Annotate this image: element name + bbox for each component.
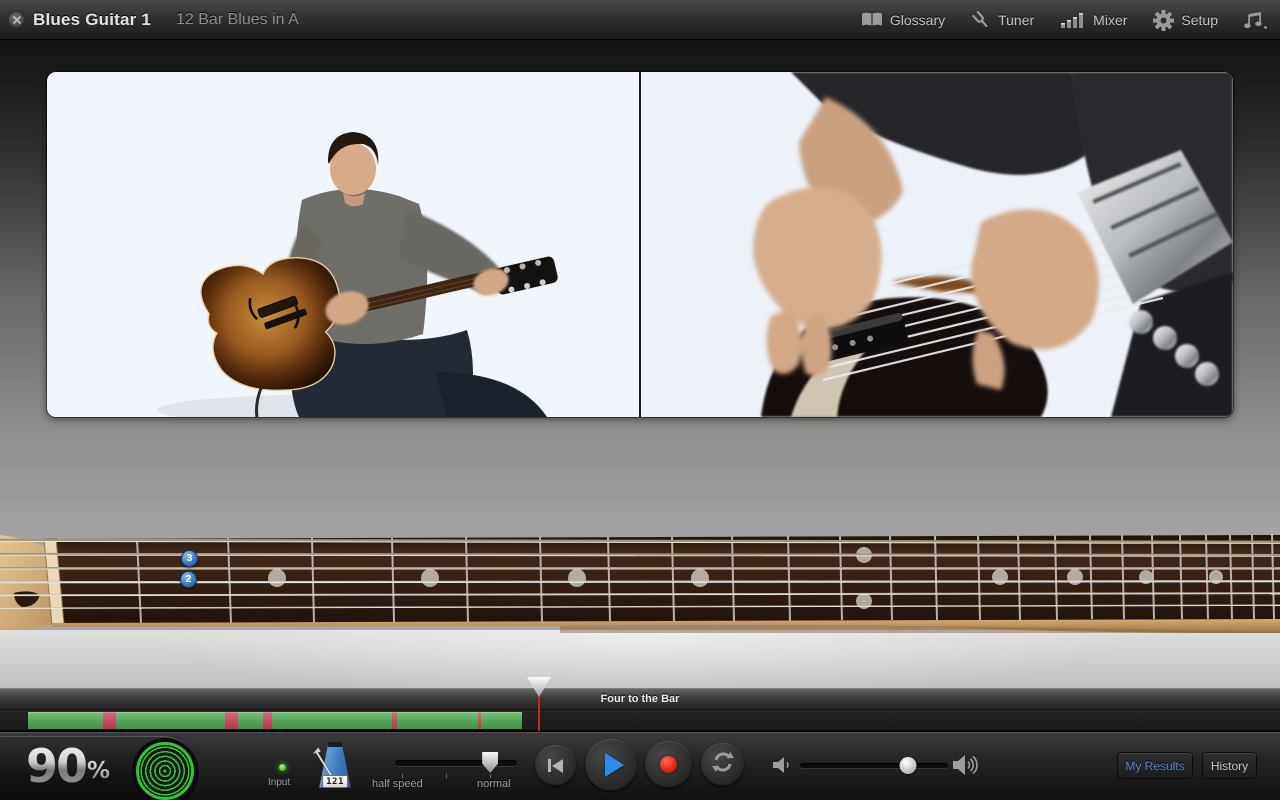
- performance-miss-segment: [392, 712, 397, 729]
- tuning-fork-icon: [971, 10, 991, 30]
- mixer-button[interactable]: Mixer: [1060, 11, 1127, 29]
- performance-miss-segment: [478, 712, 481, 729]
- concentric-rings-icon: [136, 742, 194, 800]
- performance-bar-good: [28, 712, 522, 729]
- finger-marker-2: 2: [180, 571, 197, 588]
- performance-strip: [0, 710, 1280, 731]
- score-unit: %: [87, 758, 110, 784]
- video-panels: [47, 72, 1233, 417]
- mixer-label: Mixer: [1093, 12, 1127, 28]
- normal-speed-label: normal: [477, 778, 511, 790]
- volume-low-icon: [772, 755, 794, 780]
- rewind-icon: [548, 759, 563, 773]
- score-display: 90 %: [0, 736, 198, 800]
- metronome-tempo: 121: [322, 775, 348, 788]
- book-icon: [861, 12, 883, 28]
- eq-bars-icon: [1060, 11, 1086, 29]
- half-speed-label: half speed: [372, 778, 423, 790]
- setup-button[interactable]: Setup: [1153, 10, 1218, 31]
- music-notes-icon: [1244, 10, 1268, 30]
- toolbar: Blues Guitar 1 12 Bar Blues in A Glossar…: [0, 0, 1280, 40]
- record-icon: [660, 756, 677, 773]
- picking-hand-closeup-video: [641, 72, 1233, 417]
- performance-miss-segment: [225, 712, 238, 729]
- performance-miss-segment: [103, 712, 116, 729]
- control-bar: 90 % Input 121 half speed normal: [0, 731, 1280, 800]
- finger-marker-2-label: 2: [186, 574, 192, 585]
- volume-knob[interactable]: [900, 757, 917, 774]
- playhead-line: [538, 696, 540, 731]
- record-button[interactable]: [645, 741, 692, 788]
- glossary-label: Glossary: [890, 12, 945, 28]
- score-value: 90: [26, 739, 86, 793]
- notation-toggle-button[interactable]: [1244, 10, 1268, 30]
- tuner-button[interactable]: Tuner: [971, 10, 1034, 30]
- table-highlight-band: [0, 630, 1280, 688]
- setup-label: Setup: [1181, 12, 1218, 28]
- metronome-cap: [328, 742, 342, 747]
- glossary-button[interactable]: Glossary: [861, 12, 945, 28]
- cycle-button[interactable]: [701, 743, 744, 786]
- close-icon[interactable]: [8, 11, 25, 28]
- finger-marker-3: 3: [181, 550, 198, 567]
- metronome-button[interactable]: 121: [315, 742, 355, 790]
- rewind-button[interactable]: [535, 745, 576, 786]
- speed-slider[interactable]: [395, 760, 517, 766]
- speed-tick: [446, 774, 447, 778]
- history-button[interactable]: History: [1202, 752, 1257, 779]
- section-label: Four to the Bar: [0, 693, 1280, 705]
- lesson-window: Blues Guitar 1 12 Bar Blues in A Glossar…: [0, 0, 1280, 800]
- play-button[interactable]: [585, 739, 637, 791]
- input-label: Input: [268, 777, 290, 788]
- instructor-wide-shot-video: [47, 72, 639, 417]
- page-subtitle: 12 Bar Blues in A: [176, 11, 299, 29]
- input-led-icon: [278, 763, 287, 772]
- my-results-button[interactable]: My Results: [1117, 752, 1193, 779]
- gear-icon: [1153, 10, 1174, 31]
- page-title: Blues Guitar 1: [33, 10, 151, 30]
- volume-high-icon: [952, 753, 980, 782]
- performance-miss-segment: [263, 712, 272, 729]
- volume-slider[interactable]: [800, 763, 948, 768]
- play-icon: [605, 753, 624, 777]
- speed-slider-handle[interactable]: [482, 752, 498, 773]
- tuner-label: Tuner: [998, 12, 1034, 28]
- finger-marker-3-label: 3: [187, 553, 193, 564]
- cycle-icon: [711, 750, 735, 779]
